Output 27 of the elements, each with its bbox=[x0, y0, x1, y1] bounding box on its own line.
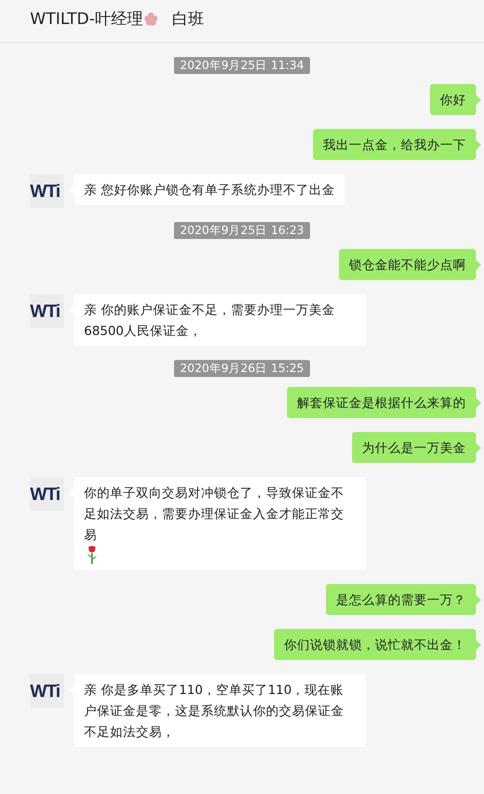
status-label: 白班 bbox=[172, 8, 204, 30]
bubble-tail bbox=[476, 260, 481, 270]
sent-message: 你们说锁就锁，说忙就不出金！ bbox=[274, 629, 476, 660]
sent-message: 是怎么算的需要一万？ bbox=[326, 584, 476, 615]
avatar: WTi bbox=[30, 674, 64, 708]
sent-message: 锁仓金能不能少点啊 bbox=[339, 249, 476, 280]
timestamp: 2020年9月26日 15:25 bbox=[174, 360, 310, 377]
message-text: 亲 你的账户保证金不足，需要办理一万美金68500人民保证金， bbox=[84, 301, 336, 340]
bubble-tail bbox=[476, 140, 481, 150]
bubble-tail bbox=[476, 443, 481, 453]
bubble-tail bbox=[476, 595, 481, 605]
timestamp: 2020年9月25日 11:34 bbox=[174, 57, 310, 74]
message-text: 亲 你是多单买了110，空单买了110，现在账户保证金是零，这是系统默认你的交易保证金不足如法交易， bbox=[84, 681, 345, 741]
sent-message: 我出一点金，给我办一下 bbox=[313, 129, 476, 160]
sent-message: 你好 bbox=[430, 84, 476, 115]
bubble-tail bbox=[476, 398, 481, 408]
avatar: WTi bbox=[30, 294, 64, 328]
bubble-tail bbox=[476, 95, 481, 105]
avatar: WTi bbox=[30, 477, 64, 511]
chat-title: WTILTD-叶经理 bbox=[30, 8, 143, 30]
avatar: WTi bbox=[30, 174, 64, 208]
message-text: 亲 您好你账户锁仓有单子系统办理不了出金 bbox=[84, 181, 335, 199]
bubble-tail bbox=[476, 640, 481, 650]
message-text: 你的单子双向交易对冲锁仓了，导致保证金不足如法交易，需要办理保证金入金才能正常交易 bbox=[84, 484, 345, 544]
sent-message: 为什么是一万美金 bbox=[352, 432, 476, 463]
sent-message: 解套保证金是根据什么来算的 bbox=[287, 387, 476, 418]
timestamp: 2020年9月25日 16:23 bbox=[174, 222, 310, 239]
